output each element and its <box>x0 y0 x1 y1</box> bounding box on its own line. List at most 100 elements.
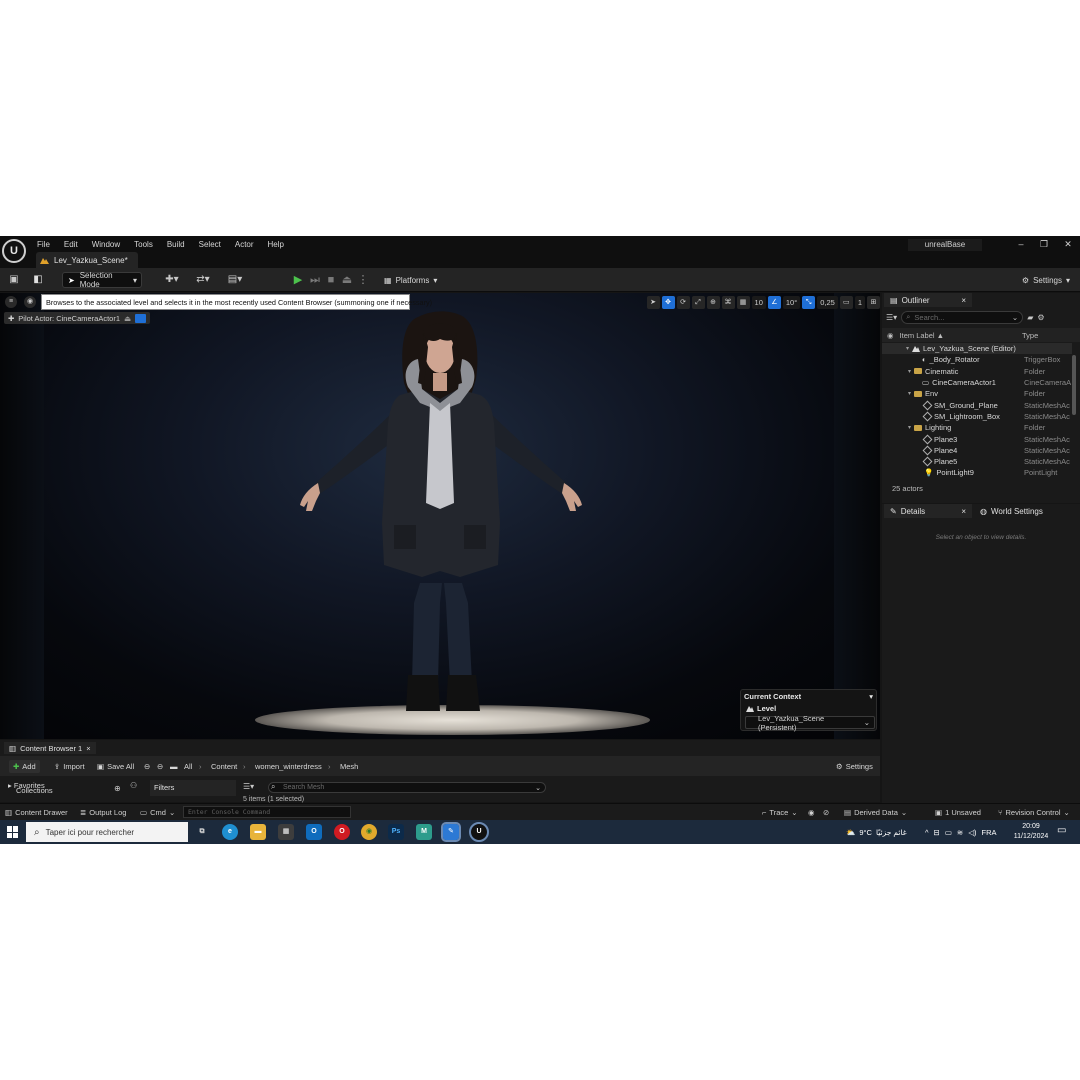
language-indicator[interactable]: FRA <box>981 828 996 837</box>
chevron-up-icon[interactable]: ^ <box>925 828 929 837</box>
settings-dropdown[interactable]: ⚙ Settings ▾ <box>1022 272 1070 288</box>
clock[interactable]: 20:09 11/12/2024 <box>1011 822 1051 842</box>
expand-icon[interactable]: ▾ <box>908 424 911 431</box>
menu-file[interactable]: File <box>37 240 50 249</box>
save-icon[interactable]: ▣ <box>7 273 21 287</box>
unreal-logo-icon[interactable]: U <box>2 239 26 263</box>
rotation-snap-value[interactable]: 10° <box>782 296 801 309</box>
outliner-scrollbar[interactable] <box>1072 355 1076 415</box>
task-view-icon[interactable]: ⧉ <box>194 824 210 840</box>
store-icon[interactable]: ▦ <box>278 824 294 840</box>
close-tab-icon[interactable]: × <box>961 507 966 516</box>
tree-row[interactable]: Plane4 StaticMeshAc <box>882 445 1072 456</box>
tab-outliner[interactable]: ▤ Outliner × <box>884 293 972 307</box>
rotate-tool-icon[interactable]: ⟳ <box>676 296 690 309</box>
move-tool-icon[interactable]: ✥ <box>661 296 675 309</box>
trace-dropdown[interactable]: ⌐ Trace ⌄ <box>762 806 798 819</box>
level-select[interactable]: Lev_Yazkua_Scene (Persistent) ⌄ <box>745 714 875 732</box>
tab-world-settings[interactable]: ◍ World Settings <box>974 504 1074 518</box>
close-tab-icon[interactable]: × <box>86 744 90 753</box>
outliner-search-input[interactable]: ⌕ Search... ⌄ <box>901 310 1024 324</box>
camera-icon[interactable] <box>135 313 147 323</box>
collections-label[interactable]: Collections <box>16 786 53 795</box>
tree-row[interactable]: ▾ Lighting Folder <box>882 422 1072 433</box>
current-context-header[interactable]: Current Context ▾ <box>741 690 876 702</box>
gear-icon[interactable]: ⚙ <box>1037 313 1044 322</box>
collection-options-icon[interactable]: ⚇ <box>130 781 137 790</box>
step-icon[interactable]: ⏭ <box>308 272 322 288</box>
rotation-snap-icon[interactable]: ∠ <box>767 296 781 309</box>
tree-row[interactable]: ▾ Lev_Yazkua_Scene (Editor) <box>882 343 1072 355</box>
restore-icon[interactable]: ❐ <box>1037 239 1051 250</box>
tab-content-browser[interactable]: ▥ Content Browser 1 × <box>4 742 96 754</box>
breadcrumb-mesh[interactable]: Mesh <box>340 760 358 773</box>
tree-row[interactable]: Plane5 StaticMeshAc <box>882 456 1072 467</box>
blueprint-icon[interactable]: ⇄▾ <box>192 273 214 287</box>
volume-icon[interactable]: ◁) <box>968 828 976 837</box>
pen-app-icon[interactable]: ✎ <box>441 822 461 842</box>
tree-row[interactable]: ▾ Env Folder <box>882 388 1072 399</box>
add-collection-icon[interactable]: ⊕ <box>114 784 121 793</box>
menu-build[interactable]: Build <box>167 240 185 249</box>
expand-icon[interactable]: ▾ <box>906 345 909 352</box>
scale-tool-icon[interactable]: ⤢ <box>691 296 705 309</box>
import-button[interactable]: ⇪ Import <box>50 760 89 773</box>
close-icon[interactable]: ✕ <box>1061 239 1075 250</box>
column-type[interactable]: Type <box>1022 331 1038 340</box>
derived-data-dropdown[interactable]: ▤ Derived Data ⌄ <box>844 806 907 819</box>
console-command-input[interactable]: Enter Console Command <box>183 806 351 818</box>
history-back-icon[interactable]: ⊖ <box>144 760 150 773</box>
browse-level-icon[interactable]: ◧ <box>31 273 45 287</box>
unsaved-button[interactable]: ▣ 1 Unsaved <box>935 806 981 819</box>
breadcrumb-content[interactable]: Content <box>211 760 237 773</box>
search-mesh-input[interactable]: Search Mesh ⌄ <box>268 782 546 793</box>
level-viewport[interactable]: ≡ ◉ Browses to the associated level and … <box>0 293 880 739</box>
tree-row[interactable]: ▾ Cinematic Folder <box>882 366 1072 377</box>
add-actor-icon[interactable]: ✚▾ <box>161 273 183 287</box>
perspective-icon[interactable]: ◉ <box>24 296 36 308</box>
menu-actor[interactable]: Actor <box>235 240 254 249</box>
record-icon[interactable]: ◉ <box>808 806 815 819</box>
breadcrumb-all[interactable]: All <box>184 760 192 773</box>
tree-row[interactable]: SM_Ground_Plane StaticMeshAc <box>882 399 1072 411</box>
viewport-menu-icon[interactable]: ≡ <box>5 296 17 308</box>
stop-icon[interactable]: ■ <box>324 272 338 288</box>
history-forward-icon[interactable]: ⊖ <box>157 760 163 773</box>
scale-snap-value[interactable]: 0,25 <box>817 296 838 309</box>
selection-mode-dropdown[interactable]: ➤ Selection Mode ▾ <box>62 271 142 289</box>
expand-icon[interactable]: ▾ <box>908 390 911 397</box>
eject-pilot-icon[interactable]: ⏏ <box>124 314 131 323</box>
filters-panel[interactable]: Filters <box>150 780 236 796</box>
menu-edit[interactable]: Edit <box>64 240 78 249</box>
world-space-icon[interactable]: ⊕ <box>706 296 720 309</box>
eject-icon[interactable]: ⏏ <box>340 272 354 288</box>
windows-start-icon[interactable] <box>7 826 19 838</box>
tree-row[interactable]: ▭ CineCameraActor1 CineCameraA <box>882 377 1072 388</box>
close-tab-icon[interactable]: × <box>961 296 966 305</box>
play-icon[interactable]: ▶ <box>291 272 305 288</box>
tree-row[interactable]: Plane3 StaticMeshAc <box>882 433 1072 444</box>
scale-snap-icon[interactable]: ⤡ <box>802 296 816 309</box>
visibility-icon[interactable]: ◉ <box>887 331 894 340</box>
column-item-label[interactable]: Item Label ▲ <box>900 331 945 340</box>
chrome-icon[interactable]: ◉ <box>361 824 377 840</box>
level-document-tab[interactable]: Lev_Yazkua_Scene* <box>36 252 138 268</box>
cmd-dropdown[interactable]: ▭ Cmd ⌄ <box>140 806 175 819</box>
minimize-icon[interactable]: – <box>1014 239 1028 249</box>
menu-select[interactable]: Select <box>199 240 221 249</box>
maya-icon[interactable]: M <box>416 824 432 840</box>
taskbar-search-input[interactable]: ⌕ Taper ici pour rechercher <box>26 822 188 842</box>
notifications-icon[interactable]: ▭ <box>1057 825 1066 836</box>
tree-row[interactable]: SM_Lightroom_Box StaticMeshAc <box>882 411 1072 422</box>
photoshop-icon[interactable]: Ps <box>388 824 404 840</box>
add-folder-icon[interactable]: ▰ <box>1027 313 1033 322</box>
camera-speed-value[interactable]: 1 <box>854 296 865 309</box>
breadcrumb-women-winterdress[interactable]: women_winterdress <box>255 760 322 773</box>
grid-snap-value[interactable]: 10 <box>751 296 766 309</box>
select-tool-icon[interactable]: ➤ <box>646 296 660 309</box>
opera-icon[interactable]: O <box>334 824 350 840</box>
file-explorer-icon[interactable]: ▬ <box>250 824 266 840</box>
unreal-taskbar-icon[interactable]: U <box>469 822 489 842</box>
output-log-button[interactable]: ≣ Output Log <box>80 806 126 819</box>
save-all-button[interactable]: ▣ Save All <box>93 760 138 773</box>
